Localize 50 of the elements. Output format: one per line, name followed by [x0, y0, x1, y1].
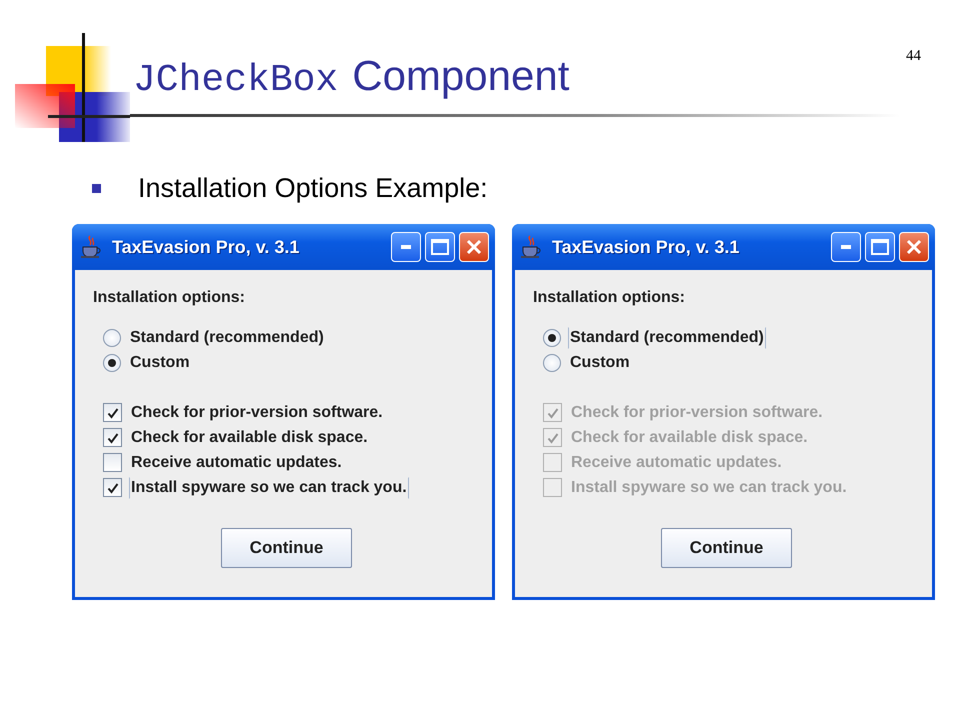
option-label: Check for available disk space. [130, 428, 369, 448]
check-icon [546, 406, 558, 418]
option-label: Install spyware so we can track you. [570, 478, 848, 498]
continue-button[interactable]: Continue [661, 528, 792, 568]
radio-button[interactable] [543, 328, 561, 346]
option-label: Check for prior-version software. [130, 402, 384, 422]
group-heading: Installation options: [93, 288, 245, 308]
group-heading: Installation options: [533, 288, 685, 308]
continue-button[interactable]: Continue [221, 528, 352, 568]
maximize-icon [431, 239, 449, 255]
bullet-text: Installation Options Example: [138, 173, 488, 204]
check-icon [546, 432, 558, 444]
radio-button[interactable] [103, 328, 121, 346]
radio-button[interactable] [543, 354, 561, 372]
window-title: TaxEvasion Pro, v. 3.1 [112, 236, 300, 258]
slide-title-code: JCheckBox [133, 59, 338, 102]
checkbox[interactable] [103, 403, 122, 422]
slide-title: Component [352, 52, 570, 100]
option-label: Install spyware so we can track you. [129, 476, 409, 498]
close-button[interactable] [459, 232, 489, 262]
maximize-button[interactable] [425, 232, 455, 262]
check-icon [106, 482, 118, 494]
coffee-cup-icon [80, 235, 102, 259]
option-label: Custom [569, 352, 631, 372]
minimize-button[interactable] [831, 232, 861, 262]
maximize-button[interactable] [865, 232, 895, 262]
checkbox[interactable] [103, 428, 122, 447]
option-label: Check for available disk space. [570, 428, 809, 448]
option-label: Custom [129, 352, 191, 372]
minimize-icon [401, 245, 411, 249]
close-icon [466, 239, 482, 255]
radio-button[interactable] [103, 354, 121, 372]
option-label: Standard (recommended) [129, 328, 325, 348]
bullet-icon [92, 184, 101, 193]
coffee-cup-icon [520, 235, 542, 259]
close-button[interactable] [899, 232, 929, 262]
check-icon [106, 432, 118, 444]
option-label: Check for prior-version software. [570, 402, 824, 422]
check-icon [106, 406, 118, 418]
checkbox[interactable] [103, 478, 122, 497]
minimize-button[interactable] [391, 232, 421, 262]
slide-number: 44 [906, 48, 921, 65]
maximize-icon [871, 239, 889, 255]
close-icon [906, 239, 922, 255]
option-label: Receive automatic updates. [570, 452, 783, 472]
minimize-icon [841, 245, 851, 249]
option-label: Receive automatic updates. [130, 452, 343, 472]
option-label: Standard (recommended) [568, 326, 766, 348]
window-title: TaxEvasion Pro, v. 3.1 [552, 236, 740, 258]
checkbox[interactable] [103, 453, 122, 472]
